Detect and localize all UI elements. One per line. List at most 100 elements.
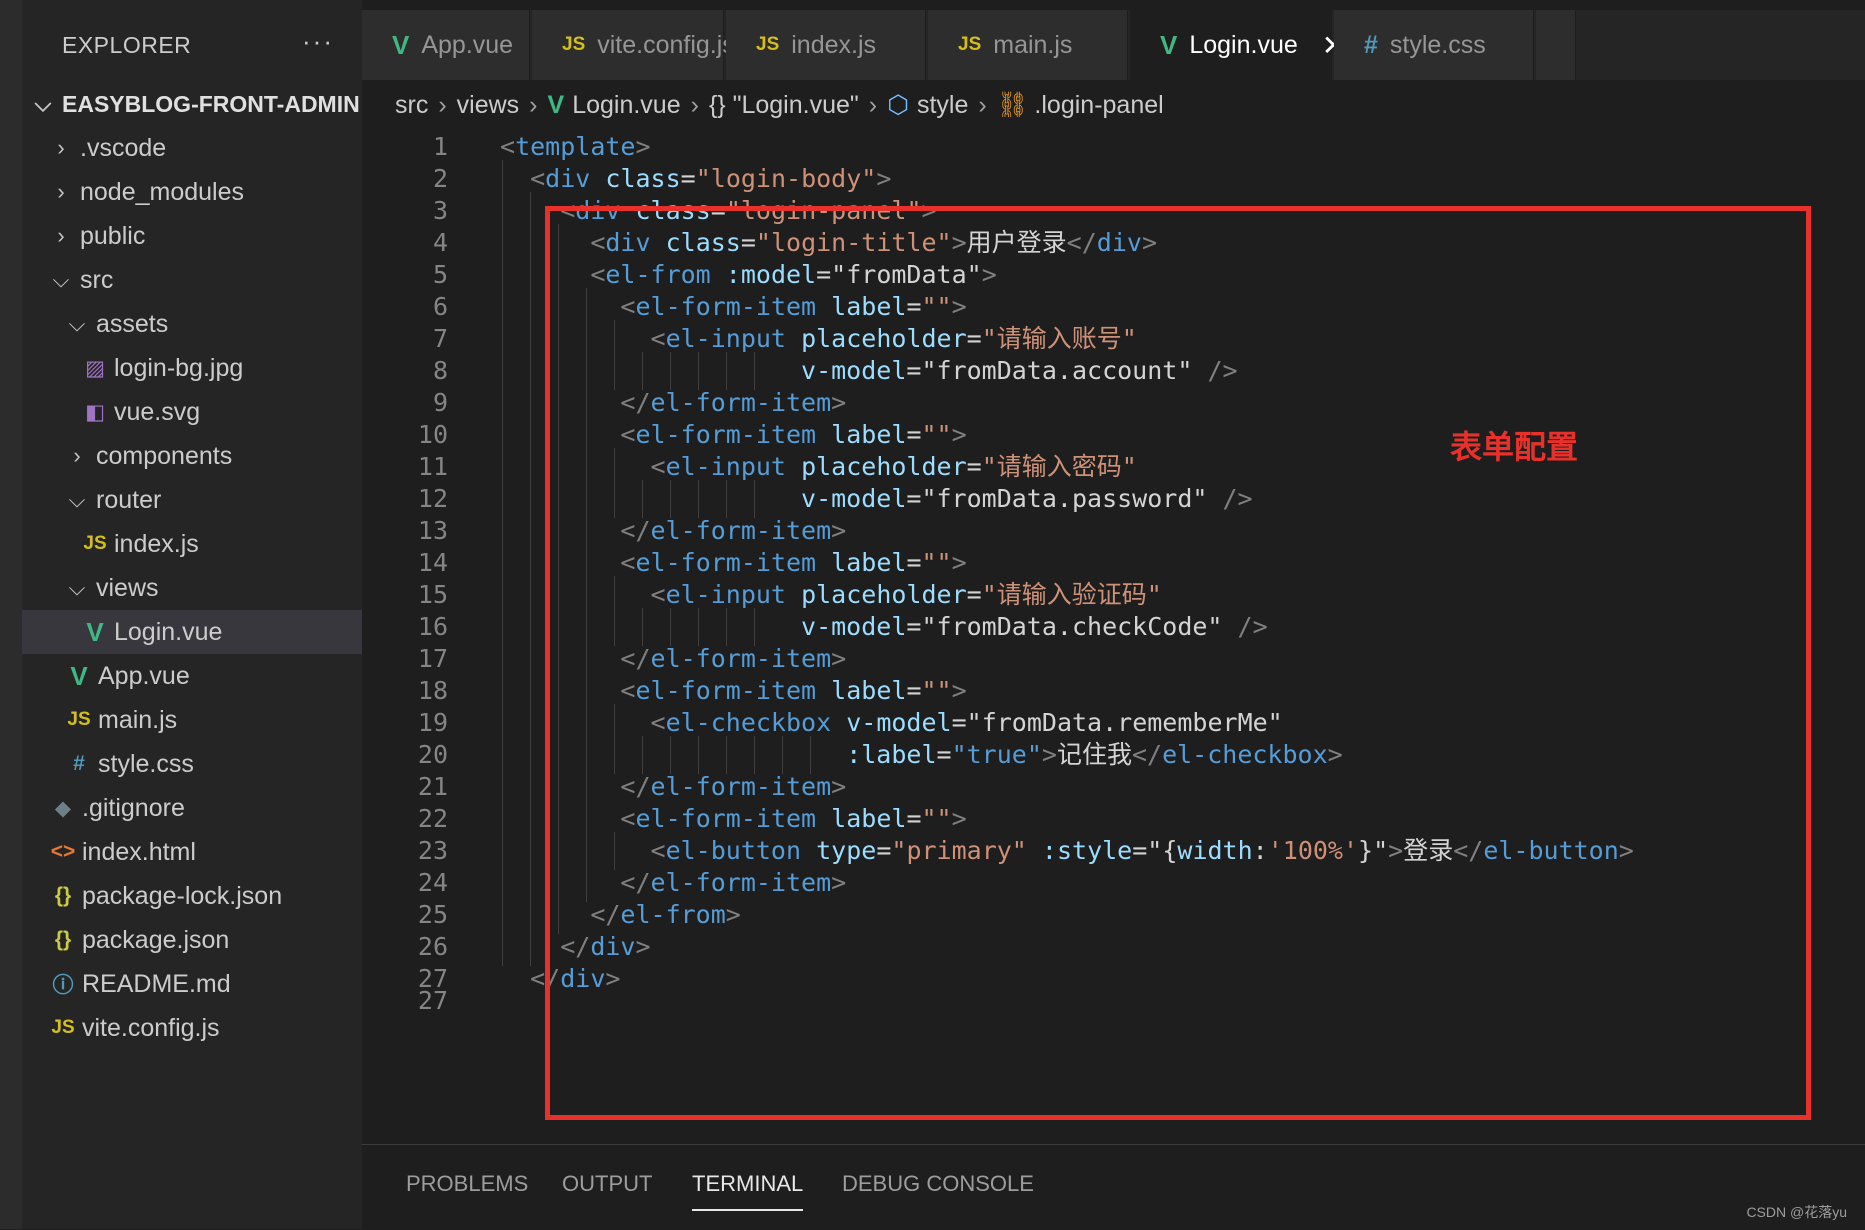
tree-item[interactable]: JS index.js — [22, 522, 362, 566]
code-token: > — [635, 132, 651, 161]
tree-item-label: package.json — [82, 925, 230, 954]
vue-file-icon: V — [392, 29, 410, 60]
tab-problems[interactable]: PROBLEMS — [406, 1171, 528, 1197]
breadcrumb-file[interactable]: Login.vue — [572, 91, 680, 120]
html-file-icon: <> — [50, 840, 76, 863]
code-token: = — [680, 164, 696, 193]
tab-main-js[interactable]: JS main.js — [928, 10, 1128, 80]
code-token: template — [515, 132, 636, 161]
tree-item[interactable]: ⓘ README.md — [22, 962, 362, 1006]
breadcrumb-selector[interactable]: .login-panel — [1034, 91, 1163, 120]
chevron-right-icon: › — [57, 135, 65, 160]
tree-item-label: EASYBLOG-FRONT-ADMIN — [62, 90, 360, 117]
chevron-right-icon: › — [57, 179, 65, 204]
tab-debug-console[interactable]: DEBUG CONSOLE — [842, 1171, 1034, 1197]
tree-item[interactable]: ▨ login-bg.jpg — [22, 346, 362, 390]
tree-item[interactable]: › .vscode — [22, 126, 362, 170]
tab-label: Login.vue — [1189, 30, 1298, 59]
breadcrumb-style[interactable]: style — [917, 91, 968, 120]
chevron-right-icon: › — [690, 90, 699, 119]
tab-overflow[interactable] — [1536, 10, 1576, 80]
tree-item[interactable]: › public — [22, 214, 362, 258]
tab-app-vue[interactable]: V App.vue — [362, 10, 530, 80]
code-token: div — [545, 164, 591, 193]
annotation-label: 表单配置 — [1450, 429, 1579, 465]
tree-item[interactable]: V Login.vue — [22, 610, 362, 654]
watermark: CSDN @花落yu — [1746, 1204, 1847, 1220]
tree-item-label: views — [96, 573, 159, 602]
json-file-icon: {} — [54, 928, 72, 951]
tab-label: main.js — [993, 30, 1073, 59]
highlight-box — [545, 206, 1811, 1120]
css-file-icon: # — [73, 752, 85, 775]
chevron-right-icon: › — [529, 90, 538, 119]
tree-item-label: index.js — [114, 529, 199, 558]
tab-style-css[interactable]: # style.css — [1334, 10, 1534, 80]
explorer-sidebar: EXPLORER ··· ⌵ EASYBLOG-FRONT-ADMIN › .vsco… — [22, 0, 362, 1229]
breadcrumb: src › views › V Login.vue › {} "Login.vu… — [395, 88, 1164, 122]
tab-terminal[interactable]: TERMINAL — [692, 1171, 804, 1211]
tree-item-label: Login.vue — [114, 617, 223, 646]
cube-icon: ⬡ — [887, 91, 909, 119]
tree-item[interactable]: JS main.js — [22, 698, 362, 742]
editor-tab-bar: V App.vue JS vite.config.js JS index.js JS main… — [362, 10, 1865, 80]
tab-login-vue[interactable]: VLogin.vue✕ — [1130, 10, 1345, 80]
line-number: 27 — [417, 986, 448, 1015]
tree-item[interactable]: {} package-lock.json — [22, 874, 362, 918]
chevron-down-icon: ⌵ — [68, 487, 86, 512]
tree-item[interactable]: ⌵ assets — [22, 302, 362, 346]
tab-label: vite.config.js — [597, 30, 735, 59]
chevron-right-icon: › — [57, 223, 65, 248]
more-actions-icon[interactable]: ··· — [302, 26, 334, 57]
tree-item[interactable]: ◆ .gitignore — [22, 786, 362, 830]
breadcrumb-object[interactable]: {} "Login.vue" — [709, 91, 859, 120]
tree-item[interactable]: ⌵ EASYBLOG-FRONT-ADMIN — [22, 82, 362, 126]
bottom-panel: PROBLEMS OUTPUT TERMINAL DEBUG CONSOLE — [362, 1144, 1865, 1230]
tree-item[interactable]: ◧ vue.svg — [22, 390, 362, 434]
tab-index-js[interactable]: JS index.js — [726, 10, 926, 80]
tree-item[interactable]: ⌵ src — [22, 258, 362, 302]
tree-item-label: public — [80, 221, 146, 250]
chevron-down-icon: ⌵ — [52, 267, 70, 292]
vue-file-icon: V — [86, 616, 104, 647]
tree-item[interactable]: ⌵ router — [22, 478, 362, 522]
tree-item-label: style.css — [98, 749, 194, 778]
js-file-icon: JS — [51, 1017, 75, 1038]
tab-label: style.css — [1389, 30, 1486, 59]
json-file-icon: {} — [54, 884, 72, 907]
breadcrumb-views[interactable]: views — [457, 91, 520, 120]
tab-output[interactable]: OUTPUT — [562, 1171, 652, 1197]
chevron-down-icon: ⌵ — [34, 91, 52, 116]
tree-item-label: src — [80, 265, 114, 294]
tree-item[interactable]: JS vite.config.js — [22, 1006, 362, 1050]
chevron-down-icon: ⌵ — [68, 311, 86, 336]
tree-item-label: .gitignore — [82, 793, 185, 822]
tree-item[interactable]: V App.vue — [22, 654, 362, 698]
tree-item[interactable]: {} package.json — [22, 918, 362, 962]
tree-item[interactable]: # style.css — [22, 742, 362, 786]
tree-item-label: vue.svg — [114, 397, 201, 426]
selector-icon: ⛓ — [996, 90, 1029, 119]
code-token: class — [605, 164, 681, 193]
tree-item[interactable]: ⌵ views — [22, 566, 362, 610]
tree-item-label: App.vue — [98, 661, 190, 690]
tree-item[interactable]: <> index.html — [22, 830, 362, 874]
tree-item-label: components — [96, 441, 233, 470]
git-file-icon: ◆ — [54, 796, 72, 820]
chevron-down-icon: ⌵ — [68, 575, 86, 600]
tab-vite-config-js[interactable]: JS vite.config.js — [532, 10, 735, 80]
tree-item-label: vite.config.js — [82, 1013, 220, 1042]
explorer-header: EXPLORER — [62, 32, 192, 58]
tree-item[interactable]: › components — [22, 434, 362, 478]
code-token: > — [876, 164, 892, 193]
tree-item[interactable]: › node_modules — [22, 170, 362, 214]
vue-file-icon: V — [70, 660, 88, 691]
vue-file-icon: V — [547, 90, 565, 119]
css-file-icon: # — [1364, 30, 1378, 59]
breadcrumb-src[interactable]: src — [395, 91, 428, 120]
tree-item-label: router — [96, 485, 162, 514]
js-file-icon: JS — [67, 709, 91, 730]
tree-item-label: README.md — [82, 969, 231, 998]
js-file-icon: JS — [958, 34, 982, 55]
activity-bar — [0, 0, 22, 1229]
